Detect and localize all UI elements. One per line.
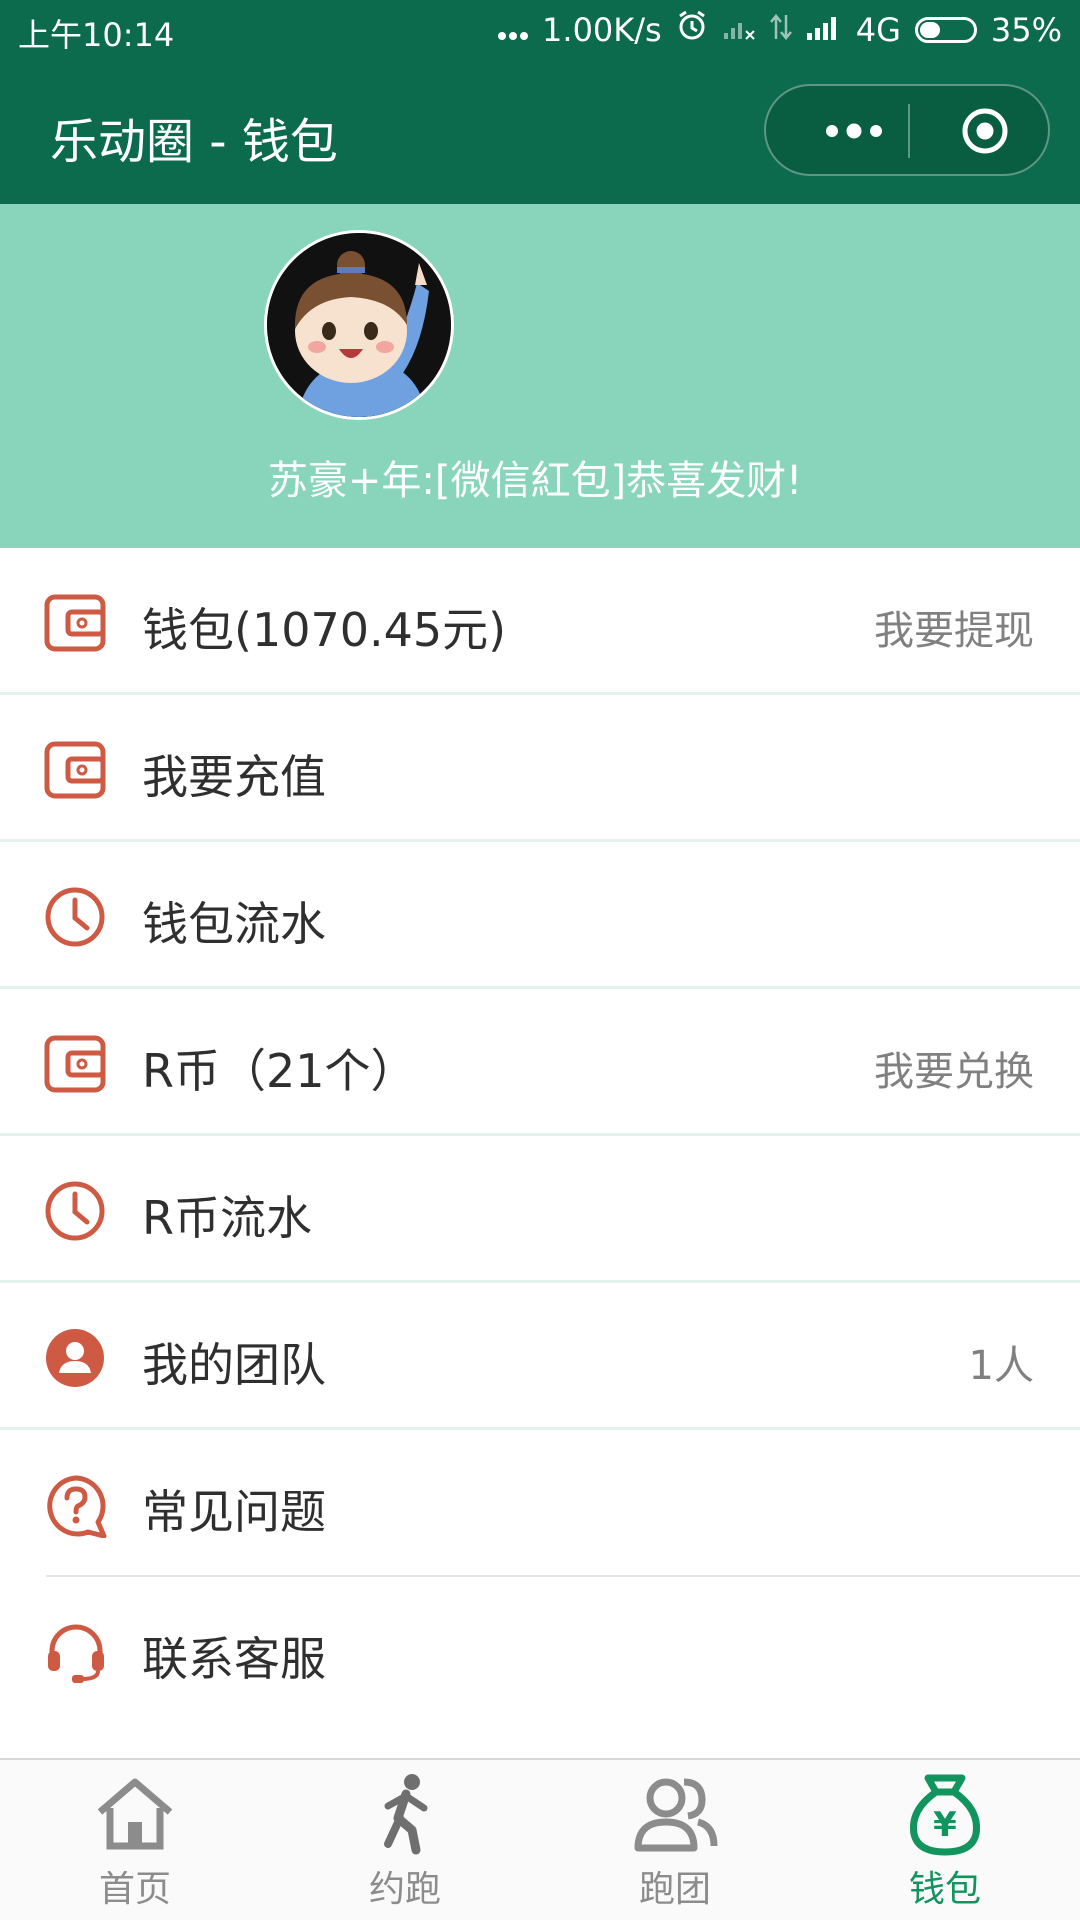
alarm-icon (676, 10, 708, 50)
exchange-link[interactable]: 我要兑换 (874, 1039, 1034, 1097)
status-bar: 上午10:14 1.00K/s 4G 35% (0, 0, 1080, 60)
list-item-my-team[interactable]: 我的团队 1人 (0, 1283, 1080, 1430)
list-item-wallet-history[interactable]: 钱包流水 (0, 842, 1080, 989)
list-item-rcoin[interactable]: R币（21个） 我要兑换 (0, 989, 1080, 1136)
team-count: 1人 (968, 1343, 1034, 1389)
list-item-label: R币（21个） (142, 1044, 417, 1098)
list-item-label: 常见问题 (142, 1485, 326, 1539)
money-bag-icon: ¥ (902, 1770, 988, 1856)
wallet-icon (44, 739, 106, 801)
list-item-label: 我要充值 (142, 750, 326, 804)
list-item-label: 联系客服 (142, 1632, 326, 1686)
tab-label: 约跑 (368, 1869, 441, 1910)
tab-label: 首页 (98, 1869, 171, 1910)
list-item-faq[interactable]: 常见问题 (46, 1430, 1080, 1577)
wallet-icon (44, 592, 106, 654)
tab-run-invite[interactable]: 约跑 (270, 1770, 540, 1920)
list-item-rcoin-history[interactable]: R币流水 (0, 1136, 1080, 1283)
miniprogram-capsule (764, 84, 1050, 176)
network-speed: 1.00K/s (542, 11, 662, 49)
list-item-label: 钱包流水 (142, 897, 326, 951)
list-item-label: 钱包(1070.45元) (142, 603, 507, 657)
group-icon (632, 1770, 718, 1856)
headset-icon (44, 1621, 106, 1683)
menu-list: 钱包(1070.45元) 我要提现 我要充值 钱包流水 R币（21个） 我要兑换… (0, 548, 1080, 1717)
tab-wallet[interactable]: ¥ 钱包 (810, 1770, 1080, 1920)
nav-bar: 乐动圈 - 钱包 (0, 60, 1080, 204)
list-item-label: 我的团队 (142, 1338, 326, 1392)
target-circle-icon[interactable] (960, 106, 1010, 156)
more-dots-icon[interactable] (804, 106, 904, 156)
home-icon (92, 1770, 178, 1856)
battery-icon (914, 17, 977, 43)
list-item-label: R币流水 (142, 1191, 312, 1245)
network-type: 4G (855, 11, 901, 49)
user-icon (44, 1327, 106, 1389)
sim-no-signal-icon (722, 11, 756, 49)
signal-icon (806, 11, 842, 49)
tab-run-group[interactable]: 跑团 (540, 1770, 810, 1920)
battery-level: 35% (990, 11, 1062, 49)
tab-label: 跑团 (638, 1869, 711, 1910)
tab-label: 钱包 (908, 1869, 981, 1910)
clock-icon (44, 1180, 106, 1242)
dots-icon (498, 11, 529, 49)
clock-icon (44, 886, 106, 948)
status-time: 上午10:14 (18, 16, 175, 54)
avatar[interactable] (264, 230, 454, 420)
capsule-divider (908, 104, 910, 158)
svg-text:¥: ¥ (933, 1805, 957, 1845)
page-title: 乐动圈 - 钱包 (50, 114, 338, 170)
data-arrows-icon (769, 11, 792, 49)
tab-home[interactable]: 首页 (0, 1770, 270, 1920)
header-note: 苏豪+年:[微信紅包]恭喜发财! (267, 458, 803, 504)
list-item-wallet[interactable]: 钱包(1070.45元) 我要提现 (0, 548, 1080, 695)
tab-bar: 首页 约跑 跑团 ¥ 钱包 (0, 1758, 1080, 1920)
question-icon (44, 1474, 107, 1539)
status-right: 1.00K/s 4G 35% (498, 10, 1062, 50)
profile-header: 苏豪+年:[微信紅包]恭喜发财! (0, 204, 1080, 548)
wallet-icon (44, 1033, 106, 1095)
list-item-recharge[interactable]: 我要充值 (0, 695, 1080, 842)
withdraw-link[interactable]: 我要提现 (874, 598, 1034, 656)
runner-icon (362, 1770, 448, 1856)
list-item-customer-service[interactable]: 联系客服 (0, 1577, 1080, 1717)
